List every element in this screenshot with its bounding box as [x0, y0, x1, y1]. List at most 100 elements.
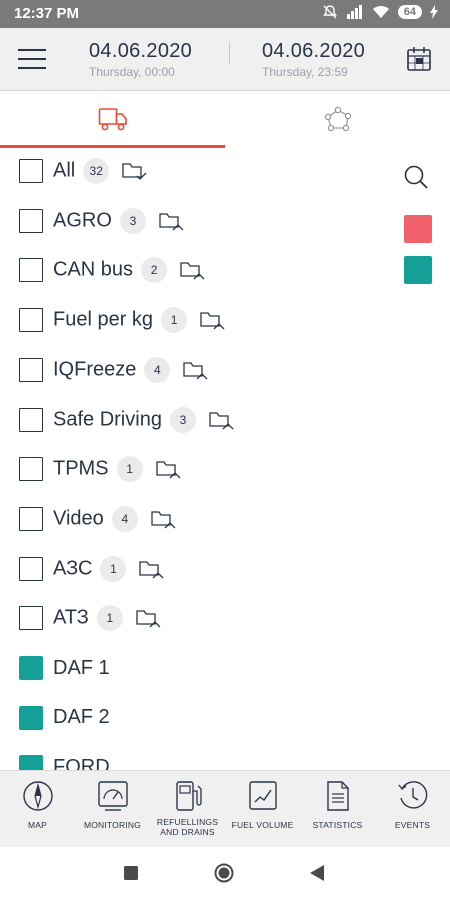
tab-vehicles[interactable]	[0, 92, 225, 148]
group-row[interactable]: IQFreeze 4	[0, 347, 390, 393]
date-to[interactable]: 04.06.2020 Thursday, 23:59	[262, 40, 365, 79]
group-row[interactable]: AGRO 3	[0, 198, 390, 244]
folder-edit-icon[interactable]	[199, 308, 227, 332]
folder-edit-icon[interactable]	[150, 507, 178, 531]
group-name: AGRO	[53, 208, 112, 231]
group-checkbox[interactable]	[19, 407, 43, 432]
group-count-badge: 3	[169, 406, 196, 433]
group-row[interactable]: Safe Driving 3	[0, 397, 390, 443]
fuel-chart-icon	[248, 781, 277, 810]
fuel-pump-icon	[175, 781, 202, 811]
group-checkbox[interactable]	[19, 606, 43, 631]
vehicle-name: FORD	[53, 755, 110, 770]
group-count-badge: 4	[144, 356, 171, 383]
date-to-value: 04.06.2020	[262, 40, 366, 62]
group-count-badge: 3	[119, 207, 146, 234]
group-row[interactable]: Video 4	[0, 496, 390, 542]
nav-map[interactable]: MAP	[0, 771, 75, 848]
group-checkbox[interactable]	[19, 357, 43, 382]
menu-line	[18, 49, 46, 51]
monitoring-icon	[97, 781, 128, 811]
group-checkbox[interactable]	[19, 208, 43, 233]
nav-label: STATISTICS	[312, 820, 363, 830]
recent-apps-icon[interactable]	[124, 866, 138, 880]
folder-edit-icon[interactable]	[138, 557, 166, 581]
group-row[interactable]: TPMS 1	[0, 446, 390, 492]
status-icons: 64	[322, 4, 438, 20]
group-checkbox[interactable]	[19, 556, 43, 581]
group-name-wrap: IQFreeze 4	[53, 356, 210, 383]
group-checkbox[interactable]	[19, 506, 43, 531]
folder-edit-icon[interactable]	[155, 457, 183, 481]
group-row[interactable]: Fuel per kg 1	[0, 297, 390, 343]
tab-bar	[0, 92, 450, 148]
group-count-badge: 2	[141, 257, 168, 284]
group-row[interactable]: All 32	[0, 148, 390, 194]
folder-edit-icon[interactable]	[182, 358, 210, 382]
folder-check-icon[interactable]	[121, 159, 149, 183]
notifications-off-icon	[322, 5, 337, 19]
menu-button[interactable]	[16, 45, 48, 73]
vehicle-color-checkbox[interactable]	[19, 755, 43, 770]
date-from[interactable]: 04.06.2020 Thursday, 00:00	[89, 40, 192, 79]
group-row[interactable]: АТЗ 1	[0, 595, 390, 641]
group-name-wrap: Video 4	[53, 505, 178, 532]
back-icon[interactable]	[310, 865, 324, 881]
nav-events[interactable]: EVENTS	[375, 771, 450, 848]
nav-label: MONITORING	[83, 820, 142, 830]
color-filter-red[interactable]	[404, 215, 432, 243]
folder-edit-icon[interactable]	[135, 606, 163, 630]
battery-indicator: 64	[397, 5, 422, 19]
nav-label: EVENTS	[394, 820, 431, 830]
vehicle-name: DAF 2	[53, 706, 110, 729]
vehicle-color-checkbox[interactable]	[19, 656, 43, 680]
group-row[interactable]: АЗС 1	[0, 546, 390, 592]
geozone-icon	[324, 106, 351, 132]
group-name-wrap: Safe Driving 3	[53, 406, 236, 433]
group-checkbox[interactable]	[19, 308, 43, 333]
group-checkbox[interactable]	[19, 159, 43, 183]
calendar-icon[interactable]	[404, 44, 434, 74]
status-bar: 12:37 PM 64	[0, 0, 450, 28]
nav-fuel-volume[interactable]: FUEL VOLUME	[225, 771, 300, 848]
group-name: TPMS	[53, 457, 109, 480]
status-time: 12:37 PM	[14, 5, 80, 22]
vehicle-row[interactable]: DAF 1	[0, 645, 390, 691]
vehicle-row[interactable]: FORD	[0, 744, 390, 770]
home-icon[interactable]	[214, 863, 234, 883]
group-name: IQFreeze	[53, 358, 137, 381]
nav-monitoring[interactable]: MONITORING	[75, 771, 150, 848]
nav-statistics[interactable]: STATISTICS	[300, 771, 375, 848]
tab-geozones[interactable]	[225, 92, 450, 148]
events-clock-icon	[397, 781, 427, 809]
group-name: Fuel per kg	[53, 308, 154, 331]
group-name-wrap: АЗС 1	[53, 555, 166, 582]
vehicle-row[interactable]: DAF 2	[0, 695, 390, 741]
group-name: АЗС	[53, 556, 93, 579]
group-name: CAN bus	[53, 258, 134, 281]
group-row[interactable]: CAN bus 2	[0, 247, 390, 293]
group-name-wrap: АТЗ 1	[53, 605, 163, 632]
folder-edit-icon[interactable]	[179, 258, 207, 282]
group-checkbox[interactable]	[19, 258, 43, 283]
group-count-badge: 1	[116, 456, 143, 483]
system-navigation-bar	[0, 847, 450, 900]
nav-label: MAP	[27, 820, 48, 830]
menu-line	[18, 67, 46, 69]
search-icon[interactable]	[403, 164, 429, 190]
group-name: Safe Driving	[53, 407, 162, 430]
document-icon	[326, 781, 349, 811]
date-separator	[229, 42, 230, 64]
vehicle-group-list: All 32 AGRO 3 CAN bus 2 Fuel per kg 1 IQFreeze 4 S…	[0, 148, 390, 770]
folder-edit-icon[interactable]	[158, 209, 186, 233]
group-checkbox[interactable]	[19, 457, 43, 482]
group-count-badge: 32	[83, 158, 110, 184]
compass-icon	[22, 781, 53, 811]
nav-refuellings[interactable]: REFUELLINGS AND DRAINS	[150, 771, 225, 848]
group-name-wrap: All 32	[53, 158, 149, 184]
color-filter-teal[interactable]	[404, 256, 432, 284]
folder-edit-icon[interactable]	[208, 408, 236, 432]
group-count-badge: 1	[100, 555, 127, 582]
menu-line	[18, 58, 46, 60]
vehicle-color-checkbox[interactable]	[19, 705, 43, 730]
